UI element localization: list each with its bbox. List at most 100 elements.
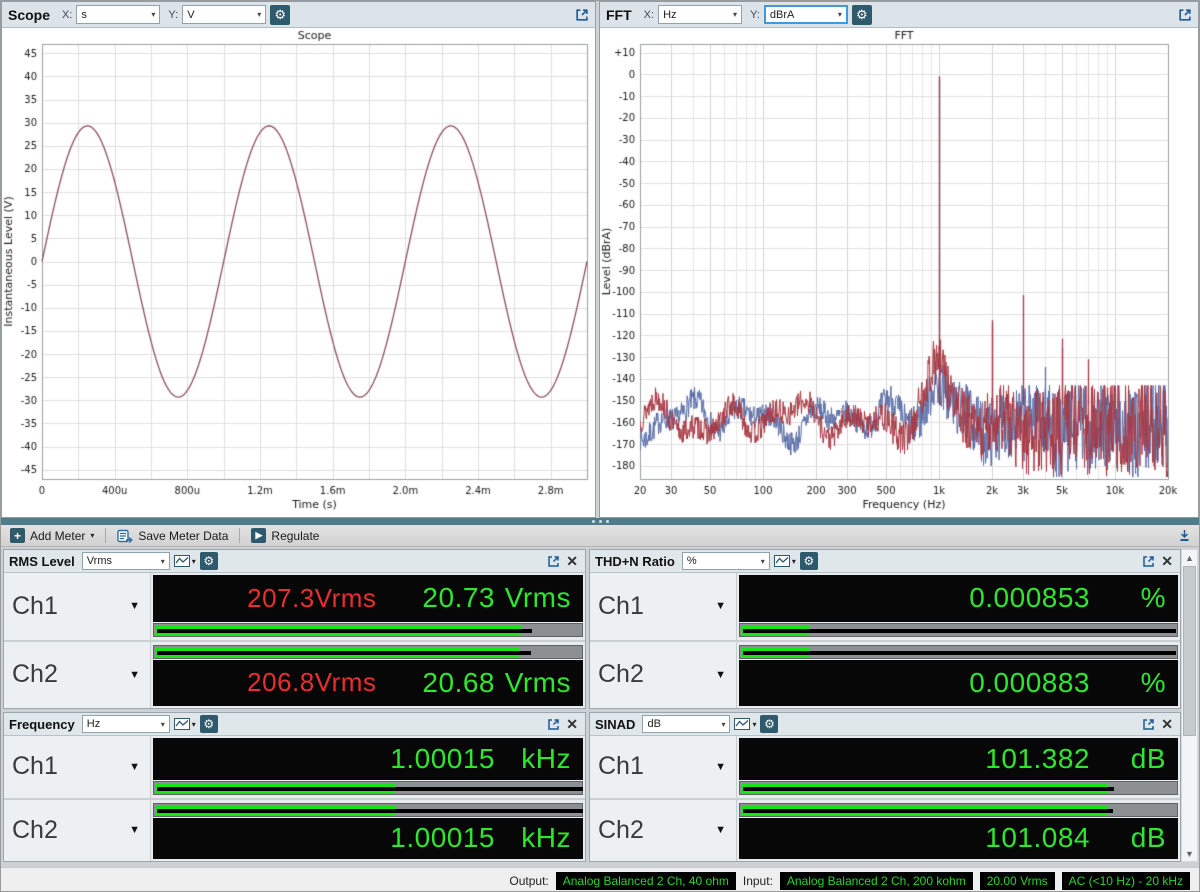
fft-x-unit-select[interactable]: Hz ▾ <box>658 5 742 24</box>
input-bandwidth-badge[interactable]: AC (<10 Hz) - 20 kHz <box>1062 872 1190 890</box>
gear-icon[interactable]: ⚙ <box>852 5 872 25</box>
status-bar: Output: Analog Balanced 2 Ch, 40 ohm Inp… <box>1 867 1199 892</box>
close-icon[interactable]: ✕ <box>1159 716 1175 733</box>
gear-icon[interactable]: ⚙ <box>760 715 778 733</box>
channel-selector-ch2[interactable]: Ch2 ▼ <box>4 642 151 709</box>
channel-selector-ch1[interactable]: Ch1 ▼ <box>590 736 737 798</box>
fft-y-unit-select[interactable]: dBrA ▾ <box>764 5 848 24</box>
meter-value: 101.084 <box>985 822 1090 854</box>
meter-value-unit: dB <box>1090 743 1166 775</box>
meter-unit-select[interactable]: Hz ▾ <box>82 715 170 733</box>
meter-value: 20.73 <box>422 582 495 614</box>
channel-label: Ch1 <box>598 592 644 621</box>
meter-display: 1.00015 kHz <box>153 738 583 780</box>
channel-label: Ch2 <box>598 816 644 845</box>
scope-x-unit-select[interactable]: s ▾ <box>76 5 160 24</box>
scope-y-unit-select[interactable]: V ▾ <box>182 5 266 24</box>
fft-plot-body <box>600 28 1198 517</box>
scope-x-label: X: <box>62 9 72 21</box>
meter-display: 0.000883 % <box>739 660 1178 707</box>
meter-display: 1.00015 kHz <box>153 818 583 860</box>
channel-label: Ch1 <box>12 752 58 781</box>
meter-panel-sinad: SINAD dB ▾ ▾ ⚙ ✕ Ch1 ▼ <box>589 712 1181 862</box>
gear-icon[interactable]: ⚙ <box>200 715 218 733</box>
meter-channel-row: Ch1 ▼ 207.3Vrms 20.73 Vrms <box>4 573 585 642</box>
plus-icon: + <box>10 528 25 543</box>
meter-value: 1.00015 <box>390 743 495 775</box>
channel-content: 101.084 dB <box>737 800 1180 862</box>
level-bar-peak-line <box>743 651 1176 655</box>
channel-selector-ch2[interactable]: Ch2 ▼ <box>4 800 151 862</box>
meter-value: 20.68 <box>422 667 495 699</box>
horizontal-splitter[interactable] <box>1 518 1199 525</box>
channel-selector-ch1[interactable]: Ch1 ▼ <box>590 573 737 640</box>
level-bar <box>153 623 583 637</box>
display-mode-icon[interactable]: ▾ <box>174 718 196 730</box>
channel-label: Ch2 <box>12 816 58 845</box>
level-bar-peak-line <box>157 629 532 633</box>
save-meter-data-button[interactable]: Save Meter Data <box>112 526 233 546</box>
channel-selector-ch1[interactable]: Ch1 ▼ <box>4 573 151 640</box>
popout-icon[interactable] <box>1142 555 1155 568</box>
meter-value-unit: kHz <box>495 822 571 854</box>
close-icon[interactable]: ✕ <box>1159 553 1175 570</box>
regulate-label: Regulate <box>271 529 319 543</box>
input-config-badge[interactable]: Analog Balanced 2 Ch, 200 kohm <box>780 872 973 890</box>
meter-display: 101.084 dB <box>739 818 1178 860</box>
channel-selector-ch1[interactable]: Ch1 ▼ <box>4 736 151 798</box>
regulate-button[interactable]: ▶ Regulate <box>246 526 324 546</box>
scope-x-unit-value: s <box>81 9 87 21</box>
chevron-down-icon: ▾ <box>792 557 796 566</box>
scroll-down-icon[interactable]: ▼ <box>1182 846 1197 861</box>
scroll-up-icon[interactable]: ▲ <box>1182 550 1197 565</box>
meter-title: RMS Level <box>9 554 75 569</box>
meter-channel-row: Ch2 ▼ 1.00015 kHz <box>4 800 585 862</box>
popout-icon[interactable] <box>1178 8 1192 22</box>
meter-unit-select[interactable]: Vrms ▾ <box>82 552 170 570</box>
output-config-badge[interactable]: Analog Balanced 2 Ch, 40 ohm <box>556 872 736 890</box>
output-label: Output: <box>509 874 548 888</box>
popout-icon[interactable] <box>575 8 589 22</box>
meter-unit-value: Hz <box>87 718 100 730</box>
channel-selector-ch2[interactable]: Ch2 ▼ <box>590 800 737 862</box>
meter-body: Ch1 ▼ 1.00015 kHz Ch2 ▼ <box>4 736 585 861</box>
fft-y-unit-value: dBrA <box>770 9 794 21</box>
fft-x-label: X: <box>644 9 654 21</box>
meter-unit-select[interactable]: % ▾ <box>682 552 770 570</box>
display-mode-icon[interactable]: ▾ <box>774 555 796 567</box>
meter-header: SINAD dB ▾ ▾ ⚙ ✕ <box>590 713 1180 736</box>
level-bar <box>739 645 1178 659</box>
popout-icon[interactable] <box>1142 718 1155 731</box>
gear-icon[interactable]: ⚙ <box>270 5 290 25</box>
pin-panel-icon[interactable] <box>1178 529 1195 542</box>
chevron-down-icon: ▼ <box>129 761 140 773</box>
gear-icon[interactable]: ⚙ <box>200 552 218 570</box>
gear-icon[interactable]: ⚙ <box>800 552 818 570</box>
meter-unit-select[interactable]: dB ▾ <box>642 715 730 733</box>
close-icon[interactable]: ✕ <box>564 553 580 570</box>
save-data-icon <box>117 529 133 543</box>
chevron-down-icon: ▾ <box>161 720 165 729</box>
fft-x-unit-value: Hz <box>663 9 676 21</box>
scope-plot <box>2 28 595 517</box>
meter-panel-thd-n-ratio: THD+N Ratio % ▾ ▾ ⚙ ✕ Ch1 ▼ <box>589 549 1181 709</box>
meter-value-unit: dB <box>1090 822 1166 854</box>
chevron-down-icon: ▼ <box>715 824 726 836</box>
display-mode-icon[interactable]: ▾ <box>174 555 196 567</box>
popout-icon[interactable] <box>547 718 560 731</box>
chevron-down-icon: ▼ <box>715 669 726 681</box>
level-bar <box>739 781 1178 795</box>
meters-toolbar: + Add Meter ▾ Save Meter Data ▶ Regulate <box>1 525 1199 547</box>
meters-scrollbar[interactable]: ▲ ▼ <box>1181 549 1198 862</box>
add-meter-button[interactable]: + Add Meter ▾ <box>5 526 99 546</box>
display-mode-icon[interactable]: ▾ <box>734 718 756 730</box>
scrollbar-thumb[interactable] <box>1183 566 1196 736</box>
close-icon[interactable]: ✕ <box>564 716 580 733</box>
meter-channel-row: Ch1 ▼ 0.000853 % <box>590 573 1180 642</box>
level-bar-peak-line <box>743 787 1114 791</box>
channel-selector-ch2[interactable]: Ch2 ▼ <box>590 642 737 709</box>
input-range-badge[interactable]: 20.00 Vrms <box>980 872 1055 890</box>
popout-icon[interactable] <box>547 555 560 568</box>
meter-header: Frequency Hz ▾ ▾ ⚙ ✕ <box>4 713 585 736</box>
scope-panel: Scope X: s ▾ Y: V ▾ ⚙ <box>1 1 596 518</box>
